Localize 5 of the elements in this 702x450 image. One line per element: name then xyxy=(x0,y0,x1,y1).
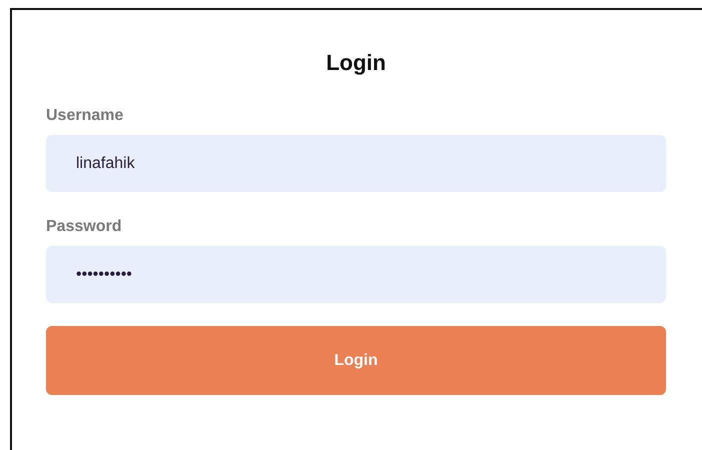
input-field[interactable]: linafahik xyxy=(46,135,666,192)
field-label: Username xyxy=(46,107,124,125)
input-field[interactable]: •••••••••• xyxy=(46,246,666,303)
field-label: Password xyxy=(46,218,122,236)
form-title: Login xyxy=(325,50,387,76)
